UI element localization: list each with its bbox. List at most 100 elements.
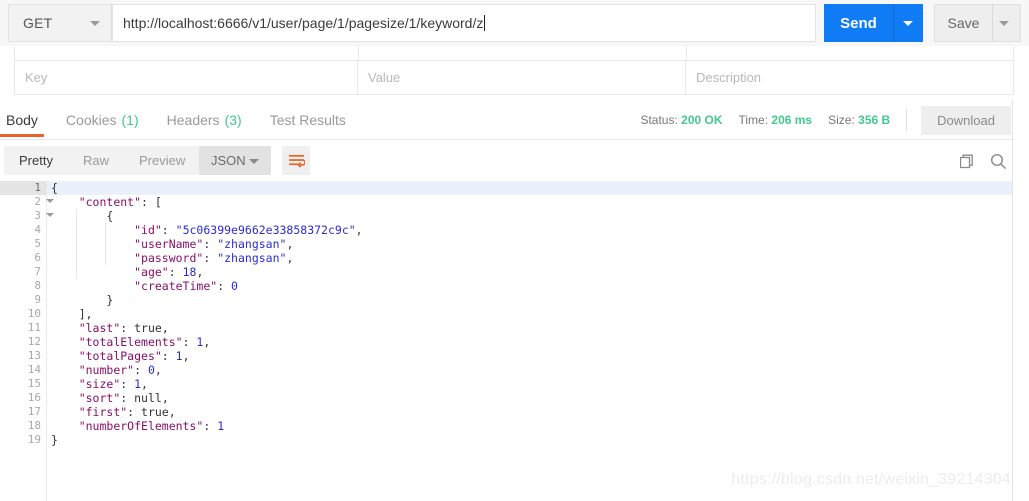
tab-cookies[interactable]: Cookies (1) <box>52 100 153 140</box>
response-tabs: Body Cookies (1) Headers (3) Test Result… <box>0 100 360 140</box>
token-key: "id" <box>134 223 162 237</box>
token-num: 18 <box>182 265 197 279</box>
send-options-button[interactable] <box>894 4 923 42</box>
tab-headers-label: Headers <box>166 112 220 128</box>
save-options-button[interactable] <box>992 4 1021 42</box>
token-key: "numberOfElements" <box>78 419 204 433</box>
size-meta: Size: 356 B <box>828 113 891 127</box>
url-text: http://localhost:6666/v1/user/page/1/pag… <box>123 15 486 31</box>
token-key: "password" <box>134 251 204 265</box>
code-line: "totalPages": 1, <box>47 349 1012 363</box>
line-number: 16 <box>27 391 41 404</box>
code-line: "totalElements": 1, <box>47 335 1012 349</box>
params-table: Key Value Description <box>0 46 1029 100</box>
token-punc: { <box>106 209 114 223</box>
search-button[interactable] <box>990 153 1007 170</box>
code-line: "sort": null, <box>47 391 1012 405</box>
code-line: "size": 1, <box>47 377 1012 391</box>
token-str: "zhangsan" <box>217 237 287 251</box>
text-cursor <box>484 15 486 31</box>
line-number-gutter: 1 2 3 4 5 6 7 8 9 10 11 12 13 14 15 16 17 18 19 <box>0 181 54 501</box>
viewer-toolbar: Pretty Raw Preview JSON <box>0 141 1029 181</box>
divider <box>906 109 908 131</box>
token-str: "5c06399e9662e33858372c9c" <box>175 223 356 237</box>
code-line: "content": [ <box>47 195 1012 209</box>
code-line: } <box>47 293 1012 307</box>
view-mode-raw[interactable]: Raw <box>68 146 124 175</box>
word-wrap-toggle[interactable] <box>282 146 310 175</box>
params-key-input[interactable]: Key <box>15 61 358 94</box>
format-select[interactable]: JSON <box>199 146 271 175</box>
token-kw: true <box>141 405 169 419</box>
tab-body[interactable]: Body <box>0 100 52 140</box>
status-meta: Status: 200 OK <box>640 113 723 127</box>
tab-headers[interactable]: Headers (3) <box>153 100 256 140</box>
line-number: 10 <box>27 307 41 320</box>
view-mode-pretty[interactable]: Pretty <box>4 146 68 175</box>
token-punc: } <box>51 433 58 447</box>
tab-cookies-label: Cookies <box>65 112 117 128</box>
token-kw: null <box>134 391 162 405</box>
token-key: "totalElements" <box>78 335 183 349</box>
download-button[interactable]: Download <box>921 105 1011 135</box>
send-button[interactable]: Send <box>824 4 894 42</box>
token-punc: , <box>154 363 162 377</box>
chevron-down-icon <box>90 21 100 26</box>
response-bar: Body Cookies (1) Headers (3) Test Result… <box>0 100 1029 140</box>
token-key: "last" <box>78 321 121 335</box>
copy-icon <box>960 154 973 168</box>
token-punc: : <box>120 391 135 405</box>
copy-button[interactable] <box>960 154 976 170</box>
code-line: "last": true, <box>47 321 1012 335</box>
token-punc: { <box>51 181 58 195</box>
token-punc: : <box>161 349 176 363</box>
view-mode-preview[interactable]: Preview <box>124 146 200 175</box>
line-number: 11 <box>27 321 41 334</box>
code-line: "first": true, <box>47 405 1012 419</box>
chevron-down-icon <box>999 21 1009 26</box>
token-key: "totalPages" <box>78 349 162 363</box>
code-line: { <box>47 181 1012 195</box>
save-button[interactable]: Save <box>934 4 992 42</box>
code-line: "age": 18, <box>47 265 1012 279</box>
http-method-label: GET <box>23 15 53 31</box>
search-icon <box>990 153 1007 170</box>
right-side-pane <box>1013 100 1029 501</box>
token-punc: : <box>168 265 183 279</box>
viewer-right-icons <box>960 153 1007 170</box>
line-number: 17 <box>27 405 41 418</box>
url-input[interactable]: http://localhost:6666/v1/user/page/1/pag… <box>112 4 816 42</box>
line-number: 13 <box>27 349 41 362</box>
token-punc: , <box>286 237 294 251</box>
token-punc: : <box>203 237 218 251</box>
tab-body-label: Body <box>6 112 38 128</box>
token-punc: , <box>161 321 169 335</box>
view-mode-group: Pretty Raw Preview <box>4 146 201 175</box>
token-punc: : <box>120 321 135 335</box>
token-num: 0 <box>147 363 155 377</box>
response-body-viewer[interactable]: 1 2 3 4 5 6 7 8 9 10 11 12 13 14 15 16 17 18 19 { "content… <box>0 181 1012 501</box>
size-value: 356 B <box>858 113 891 127</box>
code-line: "id": "5c06399e9662e33858372c9c", <box>47 223 1012 237</box>
token-num: 1 <box>134 377 142 391</box>
tab-test-results[interactable]: Test Results <box>256 100 360 140</box>
tab-cookies-count: (1) <box>121 112 139 128</box>
token-num: 0 <box>231 279 238 293</box>
line-number: 15 <box>27 377 41 390</box>
token-punc: , <box>168 405 176 419</box>
indent-guide <box>105 223 106 265</box>
params-description-input[interactable]: Description <box>686 61 1013 94</box>
token-num: 1 <box>217 419 225 433</box>
token-punc: ], <box>78 307 93 321</box>
token-punc: , <box>196 265 204 279</box>
token-punc: , <box>161 391 169 405</box>
line-number: 6 <box>34 251 41 264</box>
token-str: "zhangsan" <box>217 251 287 265</box>
line-number: 18 <box>27 419 41 432</box>
line-number: 14 <box>27 363 41 376</box>
format-label: JSON <box>211 153 246 168</box>
token-punc: : <box>161 223 176 237</box>
params-value-input[interactable]: Value <box>358 61 686 94</box>
code-content[interactable]: { "content": [ { "id": "5c06399e9662e338… <box>47 181 1012 501</box>
http-method-select[interactable]: GET <box>8 4 112 42</box>
